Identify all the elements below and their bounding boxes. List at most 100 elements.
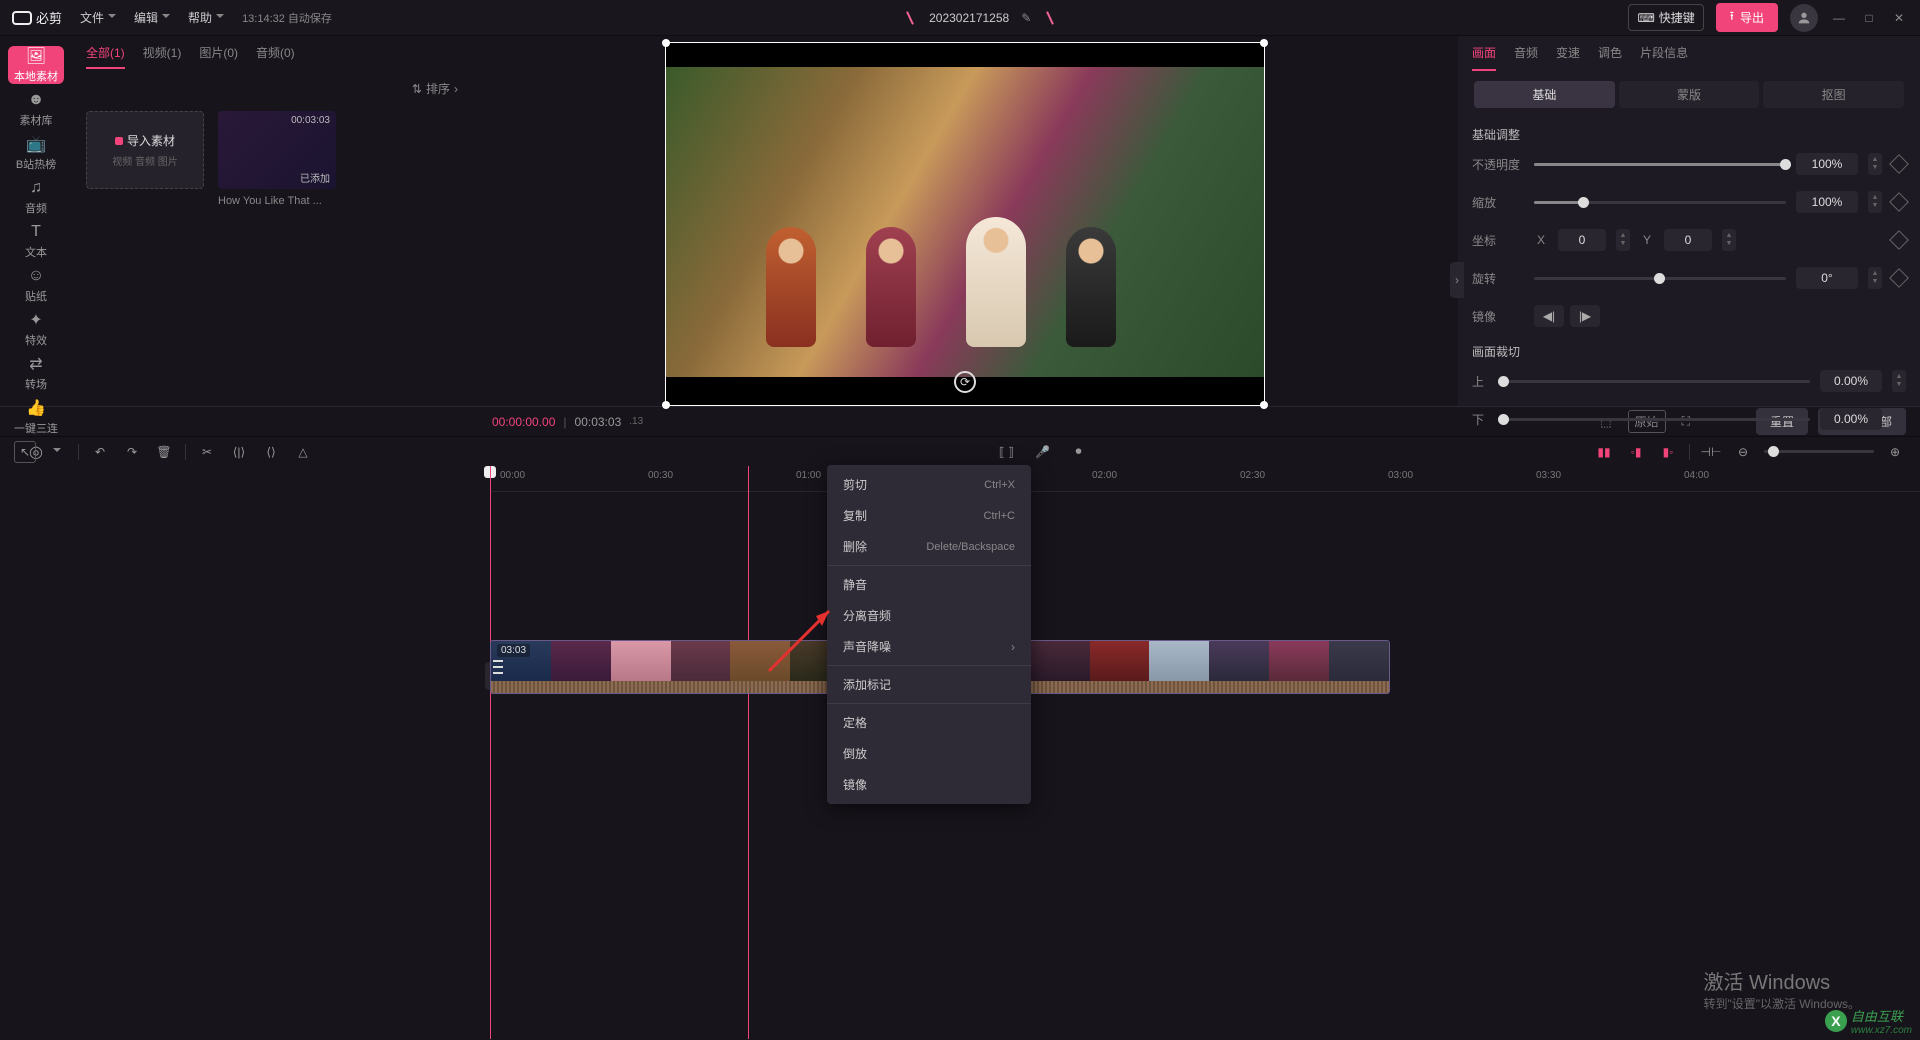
media-tab-video[interactable]: 视频(1) xyxy=(143,44,182,69)
timeline-ruler[interactable]: 00:00 00:30 01:00 01:30 02:00 02:30 03:0… xyxy=(490,466,1920,492)
sidebar-item-local-media[interactable]: 🖼本地素材 xyxy=(8,46,64,84)
trim-right-button[interactable]: ⟨⟩ xyxy=(260,441,282,463)
record-audio-button[interactable]: 🎤 xyxy=(1032,441,1054,463)
user-avatar[interactable] xyxy=(1790,4,1818,32)
sidebar-item-library[interactable]: ☻素材库 xyxy=(8,90,64,128)
snap2-button[interactable]: ◦▮ xyxy=(1625,441,1647,463)
zoom-out-button[interactable]: ⊖ xyxy=(1732,441,1754,463)
export-button[interactable]: ⭱导出 xyxy=(1716,3,1778,32)
resize-handle-tr[interactable] xyxy=(1260,39,1268,47)
mirror-horizontal-button[interactable]: ◀| xyxy=(1534,305,1564,327)
shortcuts-button[interactable]: ⌨快捷键 xyxy=(1628,4,1703,31)
input-y[interactable]: 0 xyxy=(1664,229,1712,251)
cm-copy[interactable]: 复制Ctrl+C xyxy=(827,500,1031,531)
mirror-vertical-button[interactable]: |▶ xyxy=(1570,305,1600,327)
sidebar-item-transition[interactable]: ⇄转场 xyxy=(8,354,64,392)
slider-crop-bottom[interactable] xyxy=(1502,418,1810,421)
input-rotation[interactable]: 0° xyxy=(1796,267,1858,289)
panel-collapse-handle[interactable]: › xyxy=(1450,262,1464,298)
props-tab-info[interactable]: 片段信息 xyxy=(1640,44,1688,71)
cm-mirror[interactable]: 镜像 xyxy=(827,769,1031,800)
stepper-rotation[interactable]: ▲▼ xyxy=(1868,267,1882,289)
edit-name-icon[interactable]: ✎ xyxy=(1021,11,1031,25)
trim-left-button[interactable]: ⟨|⟩ xyxy=(228,441,250,463)
menu-file[interactable]: 文件 xyxy=(80,9,116,26)
snap1-button[interactable]: ▮▮ xyxy=(1593,441,1615,463)
slider-scale[interactable] xyxy=(1534,201,1786,204)
rotate-handle-icon[interactable]: ⟳ xyxy=(954,371,976,393)
keyframe-icon[interactable] xyxy=(1889,154,1909,174)
cm-add-marker[interactable]: 添加标记 xyxy=(827,669,1031,700)
menu-edit[interactable]: 编辑 xyxy=(134,9,170,26)
sidebar-item-bilibili-hot[interactable]: 📺B站热榜 xyxy=(8,134,64,172)
input-scale[interactable]: 100% xyxy=(1796,191,1858,213)
input-crop-bottom[interactable]: 0.00% xyxy=(1820,408,1882,430)
cm-delete[interactable]: 删除Delete/Backspace xyxy=(827,531,1031,562)
sort-button[interactable]: ⇅排序› xyxy=(412,80,458,97)
maximize-button[interactable]: □ xyxy=(1860,9,1878,27)
sidebar-item-sticker[interactable]: ☺贴纸 xyxy=(8,266,64,304)
media-tab-audio[interactable]: 音频(0) xyxy=(256,44,295,69)
subtab-basic[interactable]: 基础 xyxy=(1474,81,1615,108)
magnet-button[interactable]: ⊣⊢ xyxy=(1700,441,1722,463)
stepper-opacity[interactable]: ▲▼ xyxy=(1868,153,1882,175)
props-tab-audio[interactable]: 音频 xyxy=(1514,44,1538,71)
slider-crop-top[interactable] xyxy=(1502,380,1810,383)
input-crop-top[interactable]: 0.00% xyxy=(1820,370,1882,392)
close-button[interactable]: ✕ xyxy=(1890,9,1908,27)
cm-reverse[interactable]: 倒放 xyxy=(827,738,1031,769)
undo-button[interactable]: ↶ xyxy=(89,441,111,463)
delete-button[interactable]: 🗑 xyxy=(153,441,175,463)
sidebar-item-effects[interactable]: ✦特效 xyxy=(8,310,64,348)
playhead[interactable] xyxy=(490,466,491,1039)
keyframe-icon[interactable] xyxy=(1889,268,1909,288)
aspect-ratio-button[interactable]: ⬚ xyxy=(1594,413,1617,431)
keyframe-icon[interactable] xyxy=(1889,192,1909,212)
record-screen-button[interactable]: ⏺ xyxy=(1068,441,1090,463)
resize-handle-br[interactable] xyxy=(1260,401,1268,409)
slider-opacity[interactable] xyxy=(1534,163,1786,166)
tool-dropdown[interactable] xyxy=(46,441,68,463)
media-clip-card[interactable]: 00:03:03 已添加 How You Like That ... xyxy=(218,111,336,207)
resize-handle-bl[interactable] xyxy=(662,401,670,409)
input-x[interactable]: 0 xyxy=(1558,229,1606,251)
fullscreen-button[interactable]: ⛶ xyxy=(1676,412,1696,431)
split-button[interactable]: ✂ xyxy=(196,441,218,463)
redo-button[interactable]: ↷ xyxy=(121,441,143,463)
props-tab-picture[interactable]: 画面 xyxy=(1472,44,1496,71)
stepper-scale[interactable]: ▲▼ xyxy=(1868,191,1882,213)
import-media-card[interactable]: 导入素材 视频 音频 图片 xyxy=(86,111,204,207)
sidebar-item-text[interactable]: T文本 xyxy=(8,222,64,260)
stepper-crop-top[interactable]: ▲▼ xyxy=(1892,370,1906,392)
cm-detach-audio[interactable]: 分离音频 xyxy=(827,600,1031,631)
props-tab-speed[interactable]: 变速 xyxy=(1556,44,1580,71)
reset-button[interactable]: 重置 xyxy=(1756,408,1808,435)
subtab-mask[interactable]: 蒙版 xyxy=(1619,81,1760,108)
snap3-button[interactable]: ▮◦ xyxy=(1657,441,1679,463)
capture-frame-button[interactable]: ⟦ ⟧ xyxy=(996,441,1018,463)
cm-cut[interactable]: 剪切Ctrl+X xyxy=(827,469,1031,500)
props-tab-color[interactable]: 调色 xyxy=(1598,44,1622,71)
zoom-slider[interactable] xyxy=(1764,450,1874,453)
pointer-tool[interactable]: ↖ xyxy=(14,441,36,463)
stepper-x[interactable]: ▲▼ xyxy=(1616,229,1630,251)
menu-help[interactable]: 帮助 xyxy=(188,9,224,26)
cm-denoise[interactable]: 声音降噪› xyxy=(827,631,1031,662)
keyframe-icon[interactable] xyxy=(1889,230,1909,250)
subtab-cutout[interactable]: 抠图 xyxy=(1763,81,1904,108)
ratio-original-button[interactable]: 原始 xyxy=(1628,410,1666,433)
sidebar-item-triple[interactable]: 👍一键三连 xyxy=(8,398,64,436)
media-tab-image[interactable]: 图片(0) xyxy=(199,44,238,69)
slider-rotation[interactable] xyxy=(1534,277,1786,280)
minimize-button[interactable]: — xyxy=(1830,9,1848,27)
input-opacity[interactable]: 100% xyxy=(1796,153,1858,175)
sidebar-item-audio[interactable]: ♫音频 xyxy=(8,178,64,216)
media-tab-all[interactable]: 全部(1) xyxy=(86,44,125,69)
zoom-in-button[interactable]: ⊕ xyxy=(1884,441,1906,463)
timeline-main[interactable]: 00:00 00:30 01:00 01:30 02:00 02:30 03:0… xyxy=(490,466,1920,1039)
clip-handle-left[interactable] xyxy=(493,660,503,674)
cm-mute[interactable]: 静音 xyxy=(827,569,1031,600)
preview-canvas[interactable]: ⟳ xyxy=(665,42,1265,406)
project-name[interactable]: 202302171258 xyxy=(929,11,1009,25)
mirror-tool[interactable]: △ xyxy=(292,441,314,463)
